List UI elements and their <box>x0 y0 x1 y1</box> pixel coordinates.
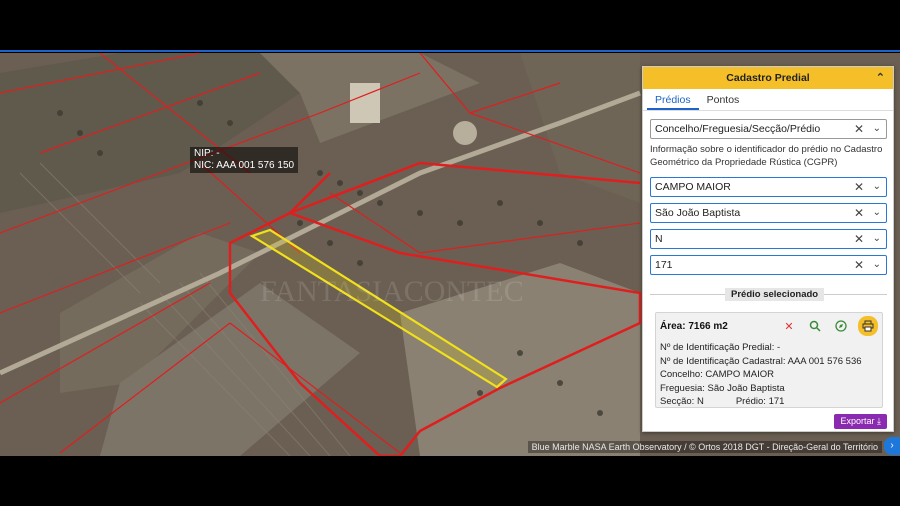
clear-icon[interactable]: ✕ <box>854 230 864 248</box>
panel-title: Cadastro Predial <box>726 72 810 84</box>
chevron-up-icon[interactable]: ⌃ <box>876 71 885 84</box>
top-black-bar <box>0 0 900 52</box>
parcel-area: Área: 7166 m2 <box>660 321 728 332</box>
svg-text:FANTASIACONTEC: FANTASIACONTEC <box>260 275 524 308</box>
clear-icon[interactable]: ✕ <box>854 256 864 274</box>
export-button[interactable]: Exportar ⤓ <box>834 414 887 429</box>
search-type-select[interactable]: Concelho/Freguesia/Secção/Prédio ✕ ⌄ <box>650 119 887 139</box>
close-icon[interactable]: ✕ <box>780 317 798 335</box>
card-actions: ✕ <box>780 316 878 336</box>
selected-section-title: Prédio selecionado <box>725 288 825 301</box>
detail-predio: Prédio: 171 <box>735 396 785 407</box>
seccao-value: N <box>655 233 663 245</box>
clear-icon[interactable]: ✕ <box>854 204 864 222</box>
map-attribution[interactable]: Blue Marble NASA Earth Observatory / © O… <box>527 441 882 453</box>
chevron-down-icon[interactable]: ⌄ <box>873 230 881 248</box>
top-blue-line <box>0 50 900 52</box>
parcel-tooltip: NIP: - NIC: AAA 001 576 150 <box>190 147 299 173</box>
compass-icon[interactable] <box>832 317 850 335</box>
freguesia-value: São João Baptista <box>655 207 741 219</box>
selected-parcel-card: Área: 7166 m2 ✕ Nº de Identificação Pred… <box>655 312 883 408</box>
clear-icon[interactable]: ✕ <box>854 120 864 138</box>
tooltip-nic: NIC: AAA 001 576 150 <box>194 160 295 171</box>
info-text: Informação sobre o identificador do préd… <box>650 144 883 168</box>
attribution-toggle-button[interactable]: › <box>884 437 900 455</box>
tab-predios[interactable]: Prédios <box>647 89 699 110</box>
clear-icon[interactable]: ✕ <box>854 178 864 196</box>
search-type-value: Concelho/Freguesia/Secção/Prédio <box>655 123 821 135</box>
panel-tabs: Prédios Pontos <box>643 89 893 111</box>
chevron-down-icon[interactable]: ⌄ <box>873 178 881 196</box>
concelho-select[interactable]: CAMPO MAIOR ✕ ⌄ <box>650 177 887 197</box>
detail-line: Nº de Identificação Predial: - <box>660 342 781 353</box>
zoom-icon[interactable] <box>806 317 824 335</box>
tooltip-nip: NIP: - <box>194 148 220 159</box>
chevron-down-icon[interactable]: ⌄ <box>873 256 881 274</box>
export-label: Exportar <box>840 416 875 426</box>
panel-header[interactable]: Cadastro Predial ⌃ <box>643 67 893 89</box>
detail-line: Nº de Identificação Cadastral: AAA 001 5… <box>660 355 862 367</box>
print-icon[interactable] <box>858 316 878 336</box>
bottom-black-bar <box>0 456 900 506</box>
app-viewport: FANTASIACONTEC NIP: - NIC: AAA 001 576 1… <box>0 0 900 506</box>
concelho-value: CAMPO MAIOR <box>655 181 731 193</box>
detail-row: Secção: N Prédio: 171 <box>660 395 862 409</box>
tab-pontos[interactable]: Pontos <box>699 89 748 110</box>
download-icon: ⤓ <box>877 416 881 426</box>
freguesia-select[interactable]: São João Baptista ✕ ⌄ <box>650 203 887 223</box>
seccao-select[interactable]: N ✕ ⌄ <box>650 229 887 249</box>
chevron-down-icon[interactable]: ⌄ <box>873 120 881 138</box>
detail-line: Concelho: CAMPO MAIOR <box>660 369 775 380</box>
detail-seccao: Secção: N <box>660 396 704 407</box>
parcel-details: Nº de Identificação Predial: - Nº de Ide… <box>660 341 862 409</box>
detail-line: Freguesia: São João Baptista <box>660 382 785 394</box>
predio-value: 171 <box>655 259 673 271</box>
predio-select[interactable]: 171 ✕ ⌄ <box>650 255 887 275</box>
chevron-down-icon[interactable]: ⌄ <box>873 204 881 222</box>
cadastro-panel: Cadastro Predial ⌃ Prédios Pontos Concel… <box>642 66 894 432</box>
